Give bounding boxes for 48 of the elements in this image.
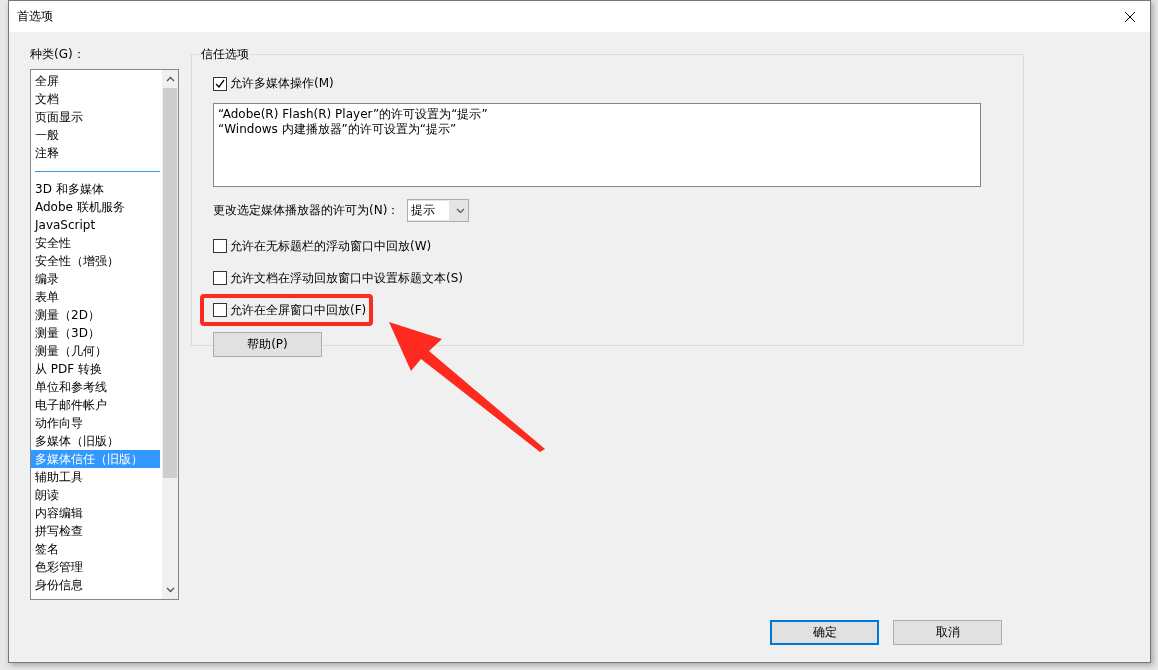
permission-label: 更改选定媒体播放器的许可为(N)： [213, 202, 400, 219]
category-item[interactable]: 色彩管理 [31, 558, 160, 576]
checkbox[interactable] [213, 239, 227, 253]
permission-dropdown[interactable]: 提示 [407, 199, 470, 222]
chevron-down-icon [456, 207, 466, 214]
category-item[interactable]: 身份信息 [31, 576, 160, 594]
category-item[interactable]: 测量（2D） [31, 306, 160, 324]
category-item[interactable]: 3D 和多媒体 [31, 180, 160, 198]
category-item[interactable]: 全屏 [31, 72, 160, 90]
checkbox-label: 允许文档在浮动回放窗口中设置标题文本(S) [230, 269, 463, 287]
category-item[interactable]: 安全性（增强） [31, 252, 160, 270]
category-item[interactable]: 测量（3D） [31, 324, 160, 342]
category-item[interactable]: 测量（几何） [31, 342, 160, 360]
category-item[interactable]: 表单 [31, 288, 160, 306]
checkbox-label: 允许在无标题栏的浮动窗口中回放(W) [230, 237, 432, 255]
checkbox[interactable] [213, 76, 227, 91]
category-item[interactable]: 注释 [31, 144, 160, 162]
category-item[interactable]: JavaScript [31, 216, 160, 234]
category-item[interactable]: 页面显示 [31, 108, 160, 126]
category-item[interactable]: 拼写检查 [31, 522, 160, 540]
category-item[interactable]: 文档 [31, 90, 160, 108]
dialog-button[interactable]: 取消 [893, 620, 1002, 645]
scrollbar[interactable] [162, 70, 178, 599]
category-item[interactable]: 编录 [31, 270, 160, 288]
permission-line: “Adobe(R) Flash(R) Player”的许可设置为“提示” [218, 107, 489, 122]
group-title: 信任选项 [200, 46, 250, 63]
permission-line: “Windows 内建播放器”的许可设置为“提示” [218, 122, 458, 137]
help-button[interactable]: 帮助(P) [213, 332, 322, 357]
category-item[interactable]: 辅助工具 [31, 468, 160, 486]
category-item[interactable]: 内容编辑 [31, 504, 160, 522]
category-item[interactable]: 安全性 [31, 234, 160, 252]
scroll-thumb[interactable] [163, 88, 177, 478]
checkbox[interactable] [213, 271, 227, 285]
category-item[interactable]: Adobe 联机服务 [31, 198, 160, 216]
checkbox-label: 允许在全屏窗口中回放(F) [230, 301, 367, 319]
category-item[interactable]: 电子邮件帐户 [31, 396, 160, 414]
category-item[interactable]: 一般 [31, 126, 160, 144]
category-item[interactable]: 从 PDF 转换 [31, 360, 160, 378]
category-label: 种类(G)： [30, 46, 86, 63]
checkbox[interactable] [213, 303, 227, 317]
category-item[interactable]: 多媒体（旧版） [31, 432, 160, 450]
category-item[interactable]: 单位和参考线 [31, 378, 160, 396]
category-item[interactable]: 朗读 [31, 486, 160, 504]
dialog-button[interactable]: 确定 [770, 620, 879, 645]
category-item[interactable]: 签名 [31, 540, 160, 558]
category-item[interactable]: 动作向导 [31, 414, 160, 432]
checkbox-label: 允许多媒体操作(M) [230, 75, 334, 92]
window-title: 首选项 [17, 8, 53, 25]
